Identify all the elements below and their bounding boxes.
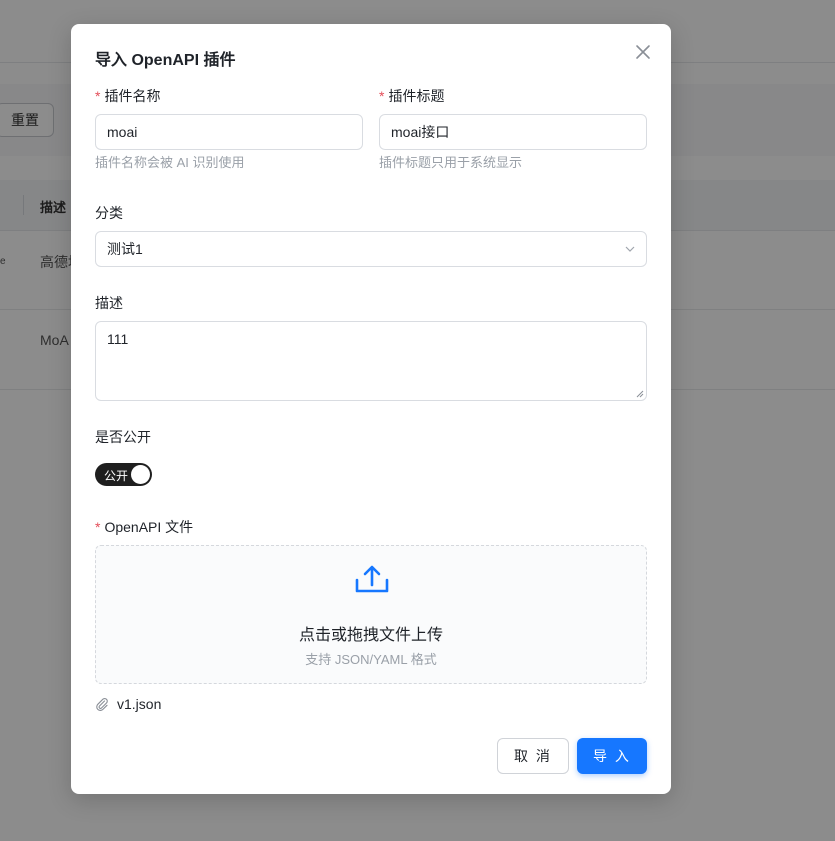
plugin-title-label: * 插件标题 <box>379 86 444 106</box>
upload-hint: 支持 JSON/YAML 格式 <box>305 652 437 667</box>
cancel-button[interactable]: 取 消 <box>497 738 569 774</box>
file-upload-dropzone[interactable]: 点击或拖拽文件上传 支持 JSON/YAML 格式 <box>95 545 647 684</box>
required-mark: * <box>379 88 385 104</box>
close-icon <box>636 45 650 59</box>
openapi-file-label: * OpenAPI 文件 <box>95 517 193 537</box>
public-label: 是否公开 <box>95 429 151 445</box>
plugin-name-hint: 插件名称会被 AI 识别使用 <box>95 155 245 170</box>
switch-knob <box>131 465 150 484</box>
category-value: 测试1 <box>107 241 143 257</box>
required-mark: * <box>95 88 101 104</box>
category-label: 分类 <box>95 205 123 221</box>
resize-grip-icon[interactable] <box>636 390 644 398</box>
import-openapi-dialog: 导入 OpenAPI 插件 * 插件名称 moai 插件名称会被 AI 识别使用 … <box>71 24 671 794</box>
plugin-name-label: * 插件名称 <box>95 86 160 106</box>
plugin-title-hint: 插件标题只用于系统显示 <box>379 155 523 170</box>
paperclip-icon <box>96 698 108 711</box>
switch-text: 公开 <box>104 469 129 483</box>
required-mark: * <box>95 519 101 535</box>
chevron-down-icon <box>625 246 635 252</box>
label-text: 插件标题 <box>388 88 445 104</box>
label-text: 插件名称 <box>104 88 161 104</box>
description-label: 描述 <box>95 295 123 311</box>
upload-icon <box>355 565 389 593</box>
plugin-name-input[interactable]: moai <box>95 114 363 150</box>
public-toggle[interactable]: 公开 <box>95 463 152 486</box>
close-button[interactable] <box>631 40 655 64</box>
dialog-title: 导入 OpenAPI 插件 <box>95 52 236 69</box>
category-select[interactable]: 测试1 <box>95 231 647 267</box>
description-value: 111 <box>107 331 129 347</box>
label-text: OpenAPI 文件 <box>104 519 194 535</box>
plugin-title-input[interactable]: moai接口 <box>379 114 647 150</box>
uploaded-file-item[interactable]: v1.json <box>95 694 161 714</box>
file-name: v1.json <box>117 696 162 712</box>
import-button[interactable]: 导 入 <box>577 738 647 774</box>
upload-text: 点击或拖拽文件上传 <box>298 627 443 644</box>
description-textarea[interactable]: 111 <box>95 321 647 401</box>
